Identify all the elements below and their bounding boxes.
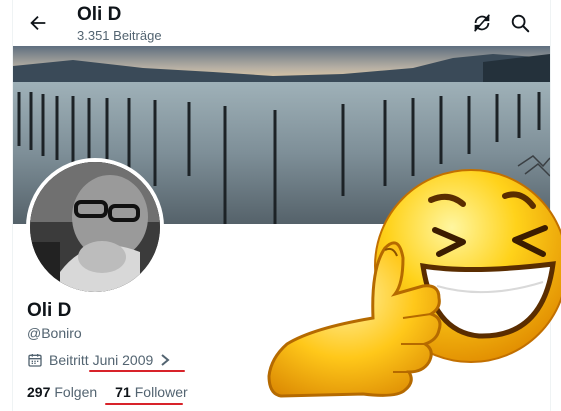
annotation-underline-followers	[105, 403, 183, 405]
profile-handle: @Boniro	[27, 325, 82, 341]
back-arrow-icon[interactable]	[27, 12, 49, 34]
search-icon[interactable]	[509, 12, 531, 34]
top-bar: Oli D 3.351 Beiträge	[13, 0, 550, 46]
profile-page: Oli D 3.351 Beiträge Oli D @Boniro Beitr…	[12, 0, 561, 411]
profile-name: Oli D	[27, 300, 72, 321]
sync-off-icon[interactable]	[471, 12, 493, 34]
follow-stats: 297 Folgen 71 Follower	[27, 384, 188, 400]
page-title: Oli D	[77, 4, 122, 25]
join-date-label: Beitritt Juni 2009	[49, 352, 154, 368]
annotation-underline-join	[89, 370, 185, 372]
following-link[interactable]: 297 Folgen	[27, 384, 97, 400]
join-date[interactable]: Beitritt Juni 2009	[27, 352, 171, 368]
avatar[interactable]	[26, 158, 164, 296]
followers-link[interactable]: 71 Follower	[115, 384, 187, 400]
chevron-right-icon	[161, 354, 170, 366]
calendar-icon	[28, 354, 42, 367]
post-count: 3.351 Beiträge	[77, 28, 162, 43]
laughing-thumbs-up-emoji	[267, 169, 561, 398]
